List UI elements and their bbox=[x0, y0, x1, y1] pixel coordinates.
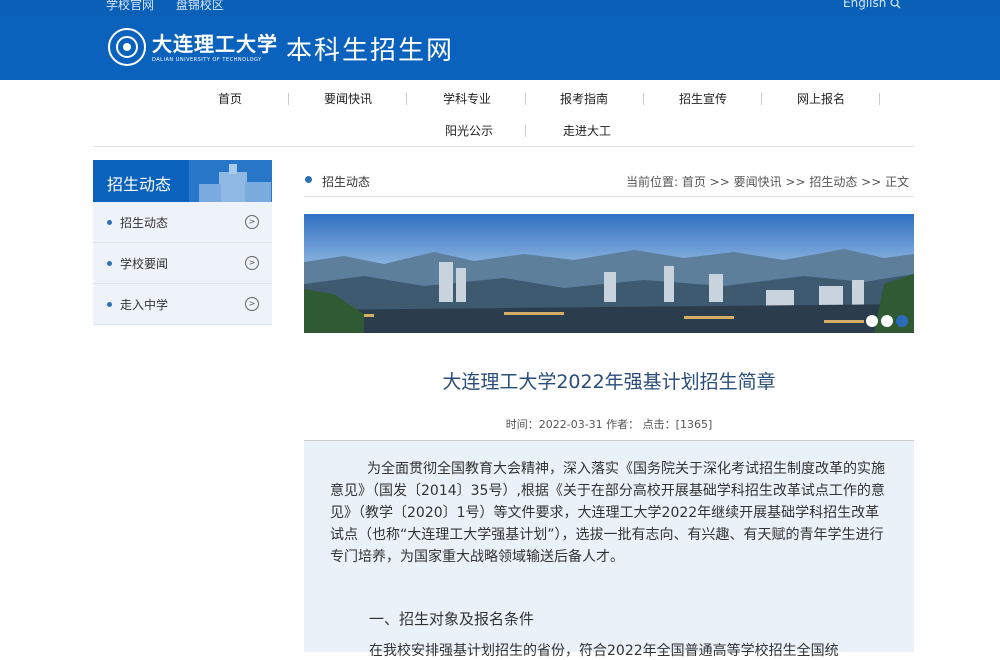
article-title: 大连理工大学2022年强基计划招生简章 bbox=[442, 371, 776, 393]
nav-promotion[interactable]: 招生宣传 bbox=[679, 90, 727, 107]
sidebar-item-label: 招生动态 bbox=[120, 216, 169, 230]
chevron-right-icon: > bbox=[245, 297, 259, 311]
nav-guide[interactable]: 报考指南 bbox=[560, 90, 608, 107]
bullet-icon bbox=[107, 220, 112, 225]
nav-divider bbox=[879, 93, 880, 105]
top-links: 学校官网 盘锦校区 bbox=[106, 0, 242, 13]
campus-banner-image[interactable] bbox=[304, 214, 914, 333]
site-title[interactable]: 本科生招生网 bbox=[286, 30, 454, 67]
nav-majors[interactable]: 学科专业 bbox=[443, 90, 491, 107]
article-paragraph: 为全面贯彻全国教育大会精神，深入落实《国务院关于深化考试招生制度改革的实施意见》… bbox=[330, 461, 885, 565]
nav-home[interactable]: 首页 bbox=[218, 90, 242, 107]
logo-english-name: DALIAN UNIVERSITY OF TECHNOLOGY bbox=[152, 57, 262, 63]
top-utility-bar: 学校官网 盘锦校区 English bbox=[0, 0, 1000, 16]
article-section-heading: 一、招生对象及报名条件 bbox=[369, 610, 535, 628]
carousel-indicators bbox=[866, 315, 908, 327]
nav-divider bbox=[525, 125, 526, 137]
bullet-icon bbox=[107, 261, 112, 266]
article-paragraph: 在我校安排强基计划招生的省份，符合2022年全国普通高等学校招生全国统 bbox=[369, 643, 839, 659]
site-header: 大连理工大学 DALIAN UNIVERSITY OF TECHNOLOGY 本… bbox=[0, 16, 1000, 80]
nav-divider bbox=[525, 93, 526, 105]
nav-divider bbox=[288, 93, 289, 105]
breadcrumb[interactable]: 当前位置: 首页 >> 要闻快讯 >> 招生动态 >> 正文 bbox=[626, 173, 909, 190]
nav-registration[interactable]: 网上报名 bbox=[797, 90, 845, 107]
nav-divider bbox=[406, 93, 407, 105]
bullet-icon bbox=[107, 302, 112, 307]
sidebar-item-label: 走入中学 bbox=[120, 298, 169, 312]
carousel-dot[interactable] bbox=[881, 315, 893, 327]
section-title: 招生动态 bbox=[322, 175, 371, 189]
logo-chinese-name[interactable]: 大连理工大学 bbox=[152, 28, 278, 57]
search-icon[interactable] bbox=[890, 0, 901, 9]
section-divider bbox=[304, 196, 914, 197]
english-link[interactable]: English bbox=[843, 0, 901, 10]
sidebar-title: 招生动态 bbox=[107, 175, 172, 194]
sidebar-item-label: 学校要闻 bbox=[120, 257, 169, 271]
campus-building-image bbox=[189, 160, 272, 202]
article-meta: 时间：2022-03-31 作者： 点击：[1365] bbox=[505, 418, 713, 431]
nav-about[interactable]: 走进大工 bbox=[563, 122, 611, 139]
english-label: English bbox=[843, 0, 887, 10]
city-panorama-illustration bbox=[304, 214, 914, 333]
nav-divider bbox=[761, 93, 762, 105]
chevron-right-icon: > bbox=[245, 256, 259, 270]
chevron-right-icon: > bbox=[245, 215, 259, 229]
panjin-campus-link[interactable]: 盘锦校区 bbox=[176, 0, 224, 12]
sidebar-header: 招生动态 bbox=[93, 160, 272, 202]
nav-divider bbox=[643, 93, 644, 105]
carousel-dot-active[interactable] bbox=[896, 315, 908, 327]
sidebar-item-admission-news[interactable]: 招生动态 > bbox=[93, 202, 272, 243]
university-site-link[interactable]: 学校官网 bbox=[106, 0, 154, 12]
carousel-dot[interactable] bbox=[866, 315, 878, 327]
nav-divider-line bbox=[93, 146, 914, 147]
sidebar-item-high-school-visits[interactable]: 走入中学 > bbox=[93, 284, 272, 325]
sidebar-item-school-news[interactable]: 学校要闻 > bbox=[93, 243, 272, 284]
nav-news[interactable]: 要闻快讯 bbox=[324, 90, 372, 107]
section-bullet-icon bbox=[305, 176, 312, 183]
nav-public-notice[interactable]: 阳光公示 bbox=[445, 122, 493, 139]
university-seal-logo[interactable] bbox=[108, 28, 146, 66]
